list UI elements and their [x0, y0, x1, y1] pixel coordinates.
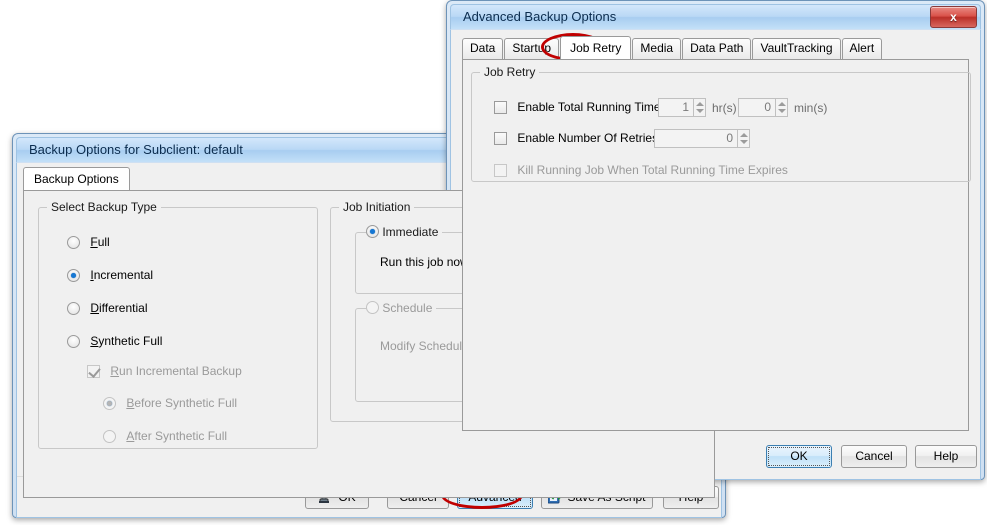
radio-immediate[interactable] — [366, 225, 379, 238]
retries-spin-buttons[interactable] — [738, 129, 750, 148]
radio-differential-row[interactable]: Differential — [67, 301, 148, 316]
advanced-dialog-tabbody: Job Retry Enable Total Running Time 1 hr… — [462, 59, 971, 431]
checkbox-enable-total-running-time[interactable] — [494, 101, 507, 114]
radio-synthetic-full-label: Synthetic Full — [90, 334, 163, 348]
radio-before-synthetic-full-label: Before Synthetic Full — [126, 396, 238, 410]
number-of-retries-spinner[interactable]: 0 — [654, 129, 750, 148]
radio-after-synthetic-full-row: After Synthetic Full — [103, 429, 227, 444]
radio-schedule-label: Schedule — [382, 301, 433, 315]
advanced-backup-options-dialog: Advanced Backup Options x Data Startup Job… — [446, 0, 985, 480]
tab-data-path[interactable]: Data Path — [682, 38, 752, 59]
hours-spin-buttons[interactable] — [694, 98, 706, 117]
tab-job-retry[interactable]: Job Retry — [560, 36, 632, 59]
dialog-ok-button[interactable]: OK — [766, 445, 832, 468]
checkbox-run-incremental-backup-row: Run Incremental Backup — [87, 364, 242, 379]
tab-startup-label: Startup — [512, 41, 552, 55]
hours-unit-label: hr(s) — [712, 101, 737, 115]
advanced-dialog-tabstrip: Data Startup Job Retry Media Data Path VaultT… — [462, 36, 980, 59]
checkbox-enable-number-of-retries[interactable] — [494, 132, 507, 145]
tab-data-label: Data — [470, 41, 496, 55]
radio-full[interactable] — [67, 236, 80, 249]
radio-incremental-label: Incremental — [90, 268, 154, 282]
tab-data[interactable]: Data — [462, 38, 504, 59]
enable-total-running-time-label: Enable Total Running Time — [517, 100, 661, 114]
enable-number-of-retries-label: Enable Number Of Retries — [517, 131, 659, 145]
schedule-radio-row[interactable]: Schedule — [366, 301, 437, 315]
close-icon[interactable]: x — [930, 6, 977, 28]
tab-backup-options-label: Backup Options — [34, 172, 119, 186]
advanced-dialog-titlebar: Advanced Backup Options x — [450, 4, 981, 29]
radio-synthetic-full[interactable] — [67, 335, 80, 348]
tab-backup-options[interactable]: Backup Options — [23, 167, 130, 190]
immediate-radio-row[interactable]: Immediate — [366, 225, 443, 239]
radio-after-synthetic-full-label: After Synthetic Full — [126, 429, 228, 443]
radio-synthetic-full-row[interactable]: Synthetic Full — [67, 334, 162, 349]
radio-before-synthetic-full-row: Before Synthetic Full — [103, 396, 237, 411]
minutes-spin-buttons[interactable] — [776, 98, 788, 117]
radio-full-label: Full — [90, 235, 110, 249]
tab-job-retry-label: Job Retry — [570, 41, 622, 55]
dialog-cancel-button-label: Cancel — [855, 449, 893, 463]
modify-schedule-link: Modify Schedule — [380, 339, 469, 353]
job-retry-group-label: Job Retry — [480, 65, 540, 79]
kill-running-job-label: Kill Running Job When Total Running Time… — [517, 163, 788, 177]
select-backup-type-group: Select Backup Type Full Incremental Diff… — [38, 200, 318, 449]
tab-media-label: Media — [640, 41, 674, 55]
tab-startup[interactable]: Startup — [504, 38, 560, 59]
advanced-dialog-client: Data Startup Job Retry Media Data Path VaultT… — [450, 29, 981, 480]
radio-incremental[interactable] — [67, 269, 80, 282]
tab-data-path-label: Data Path — [690, 41, 744, 55]
radio-incremental-row[interactable]: Incremental — [67, 268, 153, 283]
dialog-help-button[interactable]: Help — [915, 445, 977, 468]
enable-number-of-retries-row[interactable]: Enable Number Of Retries — [494, 131, 658, 146]
total-running-time-minutes-spinner[interactable]: 0 — [738, 98, 788, 117]
backup-options-title: Backup Options for Subclient: default — [29, 142, 243, 157]
checkbox-run-incremental-backup-label: Run Incremental Backup — [110, 364, 242, 378]
select-backup-type-label: Select Backup Type — [47, 200, 161, 214]
job-retry-group: Job Retry Enable Total Running Time 1 hr… — [471, 65, 971, 182]
radio-after-synthetic-full — [103, 430, 116, 443]
dialog-cancel-button[interactable]: Cancel — [841, 445, 907, 468]
enable-total-running-time-row[interactable]: Enable Total Running Time — [494, 100, 661, 115]
job-initiation-label: Job Initiation — [339, 200, 415, 214]
radio-schedule[interactable] — [366, 301, 379, 314]
kill-running-job-row: Kill Running Job When Total Running Time… — [494, 163, 788, 178]
advanced-dialog-title: Advanced Backup Options — [463, 9, 617, 24]
tab-alert[interactable]: Alert — [841, 38, 883, 59]
total-running-time-hours-spinner[interactable]: 1 — [658, 98, 706, 117]
retries-input[interactable]: 0 — [654, 129, 738, 148]
dialog-help-button-label: Help — [933, 449, 959, 463]
radio-full-row[interactable]: Full — [67, 235, 110, 250]
immediate-description: Run this job now — [380, 255, 469, 269]
tab-media[interactable]: Media — [632, 38, 682, 59]
minutes-unit-label: min(s) — [794, 101, 828, 115]
tab-vault-tracking-label: VaultTracking — [760, 41, 833, 55]
dialog-ok-focus-ring — [768, 447, 830, 466]
radio-immediate-label: Immediate — [382, 225, 439, 239]
checkbox-kill-running-job — [494, 164, 507, 177]
tab-alert-label: Alert — [849, 41, 875, 55]
radio-before-synthetic-full — [103, 397, 116, 410]
checkbox-run-incremental-backup — [87, 365, 100, 378]
minutes-input[interactable]: 0 — [738, 98, 776, 117]
hours-input[interactable]: 1 — [658, 98, 694, 117]
radio-differential-label: Differential — [90, 301, 148, 315]
tab-vault-tracking[interactable]: VaultTracking — [752, 38, 841, 59]
radio-differential[interactable] — [67, 302, 80, 315]
